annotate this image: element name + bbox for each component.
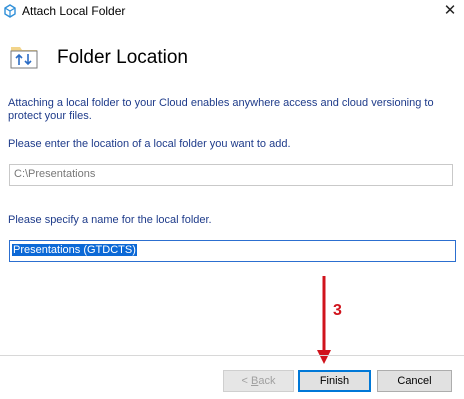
- back-button-rest: ack: [258, 375, 276, 387]
- cancel-button[interactable]: Cancel: [377, 370, 452, 392]
- page-title: Folder Location: [57, 47, 188, 68]
- window-title: Attach Local Folder: [22, 4, 126, 18]
- cloud-app-icon: [3, 4, 17, 18]
- back-button[interactable]: < Back: [223, 370, 294, 392]
- location-label: Please enter the location of a local fol…: [8, 138, 291, 150]
- title-bar: Attach Local Folder ✕: [0, 0, 464, 22]
- footer-divider: [0, 355, 464, 356]
- folder-sync-icon: [9, 41, 39, 71]
- close-button[interactable]: ✕: [436, 0, 464, 22]
- annotation-step-number: 3: [333, 302, 342, 319]
- annotation-arrow-icon: [313, 274, 343, 366]
- folder-name-selected-text: Presentations (GTDCTS): [12, 244, 137, 256]
- back-button-prefix: <: [241, 375, 251, 387]
- folder-name-field[interactable]: Presentations (GTDCTS): [9, 240, 456, 262]
- finish-button[interactable]: Finish: [298, 370, 371, 392]
- folder-location-field[interactable]: C:\Presentations: [9, 164, 453, 186]
- folder-name-label: Please specify a name for the local fold…: [8, 214, 212, 226]
- description-text: Attaching a local folder to your Cloud e…: [8, 97, 434, 122]
